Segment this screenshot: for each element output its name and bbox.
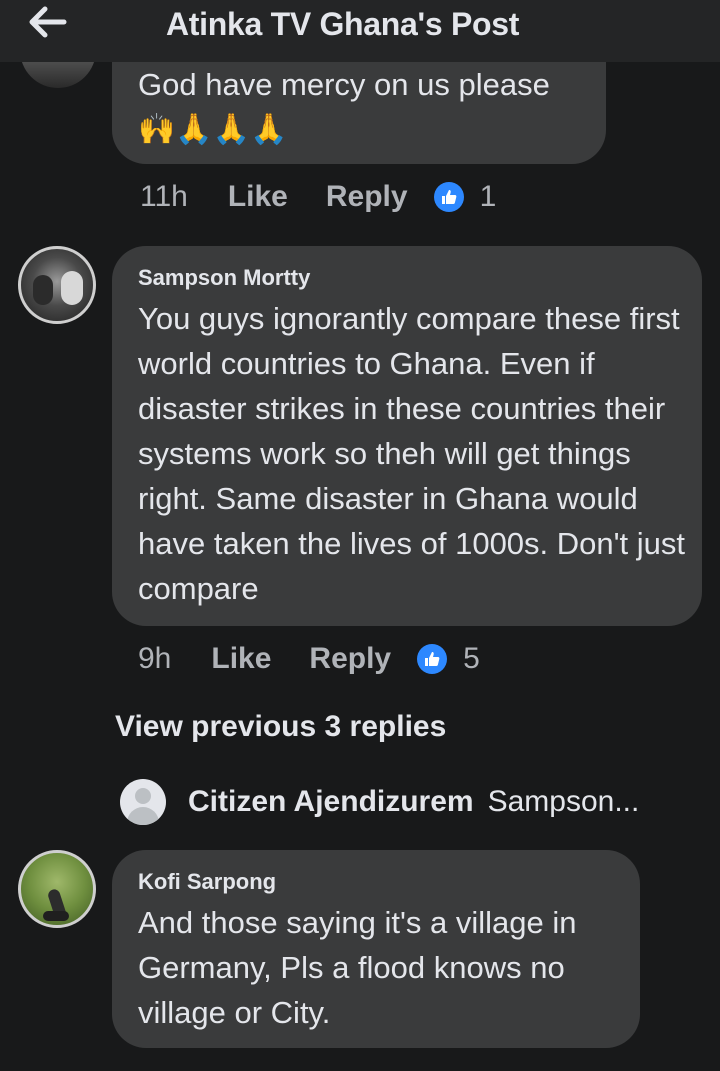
page-title: Atinka TV Ghana's Post bbox=[166, 6, 520, 42]
comment-author[interactable]: Kofi Sarpong bbox=[138, 868, 276, 896]
comment-bubble: Kofi Sarpong And those saying it's a vil… bbox=[112, 850, 640, 1048]
reply-preview[interactable]: Citizen Ajendizurem Sampson... bbox=[120, 778, 639, 826]
top-bar: Atinka TV Ghana's Post bbox=[0, 0, 720, 62]
back-button[interactable] bbox=[28, 4, 68, 40]
like-reaction-icon[interactable] bbox=[417, 644, 448, 674]
reaction-count: 1 bbox=[479, 180, 497, 213]
avatar[interactable] bbox=[18, 850, 96, 928]
reply-author: Citizen Ajendizurem bbox=[188, 785, 474, 818]
comment-text: God have mercy on us please bbox=[138, 67, 550, 102]
comment-time: 11h bbox=[140, 180, 188, 213]
comment-actions: 9h Like Reply 5 bbox=[138, 642, 480, 676]
reply-button[interactable]: Reply bbox=[326, 180, 408, 214]
view-previous-replies-link[interactable]: View previous 3 replies bbox=[115, 710, 446, 744]
comment-author[interactable]: Sampson Mortty bbox=[138, 264, 310, 292]
comment-bubble: Sampson Mortty You guys ignorantly compa… bbox=[112, 246, 702, 626]
reply-snippet: Sampson... bbox=[487, 785, 640, 818]
arrow-left-icon bbox=[29, 6, 67, 38]
like-button[interactable]: Like bbox=[211, 642, 271, 676]
like-reaction-icon[interactable] bbox=[433, 182, 464, 212]
avatar[interactable] bbox=[18, 246, 96, 324]
like-button[interactable]: Like bbox=[228, 180, 288, 214]
comment-text: And those saying it's a village in Germa… bbox=[138, 905, 577, 1030]
comment-emojis: 🙌🙏🙏🙏 bbox=[138, 112, 288, 147]
default-avatar-icon bbox=[120, 779, 166, 825]
comment-text: You guys ignorantly compare these first … bbox=[138, 301, 686, 606]
comment-actions: 11h Like Reply 1 bbox=[140, 180, 496, 214]
comment-time: 9h bbox=[138, 642, 172, 675]
reply-button[interactable]: Reply bbox=[309, 642, 391, 676]
reaction-count: 5 bbox=[463, 642, 480, 675]
